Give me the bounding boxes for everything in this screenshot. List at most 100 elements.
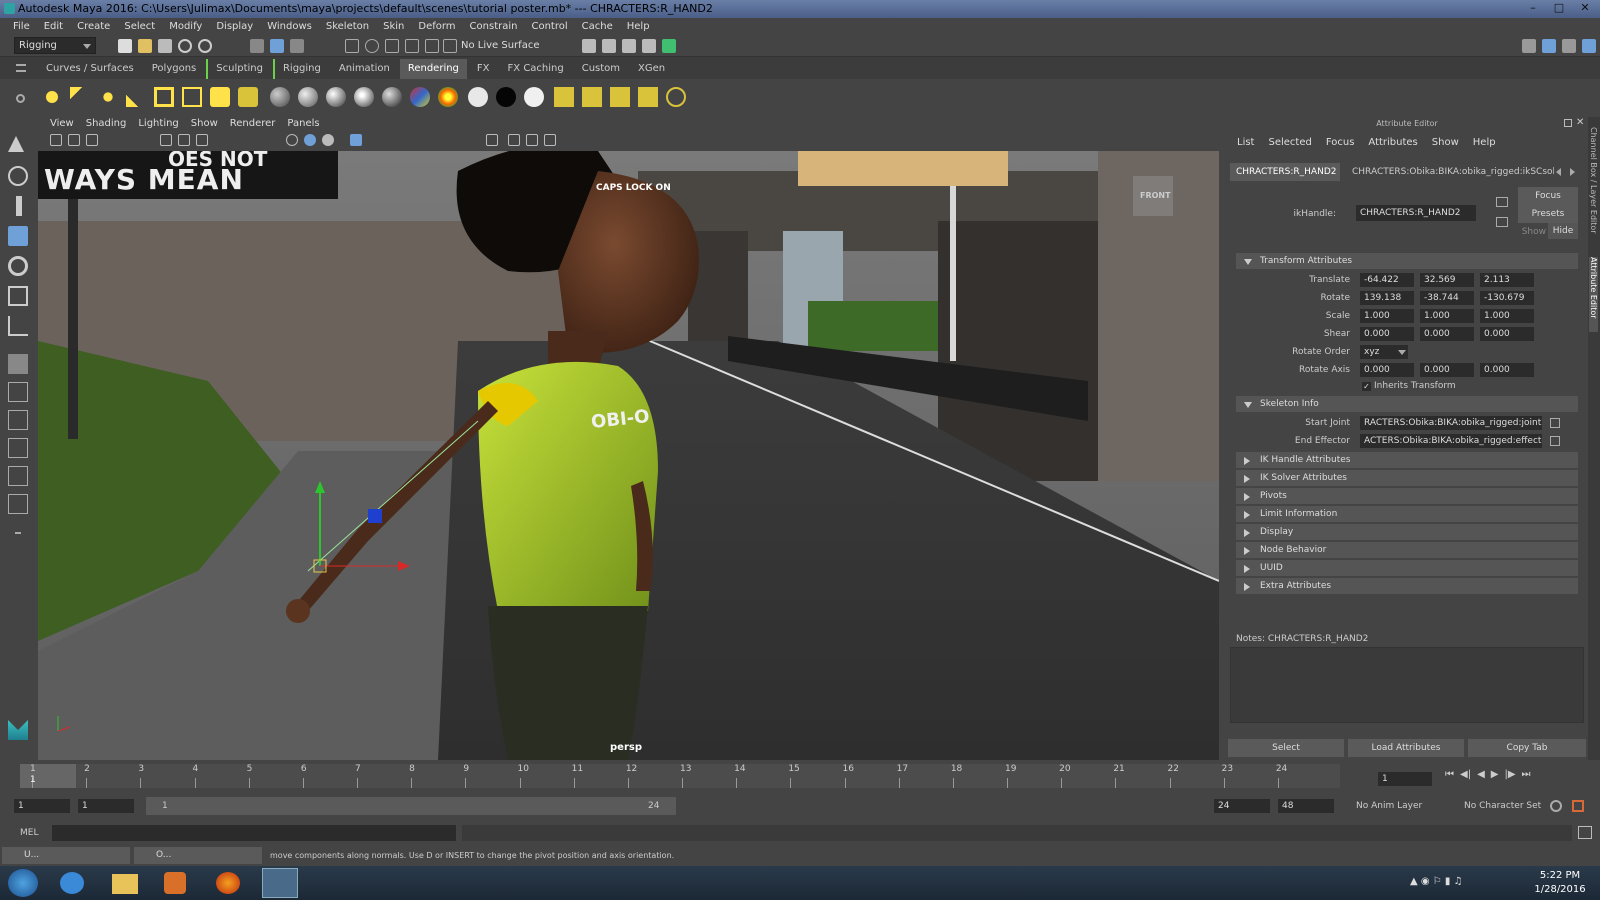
file-explorer-icon[interactable] bbox=[112, 874, 138, 894]
render-layer-2-icon[interactable] bbox=[638, 87, 658, 107]
blinn-material-icon[interactable] bbox=[298, 87, 318, 107]
select-component-icon[interactable] bbox=[290, 39, 304, 53]
tab-xgen[interactable]: XGen bbox=[630, 59, 673, 79]
camera-attr-icon[interactable] bbox=[68, 134, 80, 146]
tab-channel-box[interactable]: Channel Box / Layer Editor bbox=[1589, 127, 1598, 237]
section-uuid[interactable]: UUID bbox=[1236, 560, 1578, 576]
perspective-viewport[interactable]: OES NOT WAYS MEAN OBI-O CAPS LOCK ON FRO… bbox=[38, 151, 1219, 760]
menu-modify[interactable]: Modify bbox=[162, 18, 209, 35]
load-attributes-button[interactable]: Load Attributes bbox=[1348, 739, 1464, 757]
move-tool-icon[interactable] bbox=[8, 226, 28, 246]
node-name-field[interactable]: CHRACTERS:R_HAND2 bbox=[1356, 205, 1476, 221]
menu-set-select[interactable]: Rigging bbox=[14, 37, 96, 54]
menu-skin[interactable]: Skin bbox=[376, 18, 411, 35]
auto-key-icon[interactable] bbox=[1572, 800, 1584, 812]
soft-mod-icon[interactable] bbox=[8, 354, 28, 374]
translate-z-field[interactable]: 2.113 bbox=[1480, 273, 1534, 287]
select-camera-icon[interactable] bbox=[50, 134, 62, 146]
section-pivots[interactable]: Pivots bbox=[1236, 488, 1578, 504]
lights-icon[interactable] bbox=[350, 134, 362, 146]
lasso-tool-icon[interactable] bbox=[8, 166, 28, 186]
hide-button[interactable]: Hide bbox=[1548, 223, 1578, 239]
bookmark-icon[interactable] bbox=[86, 134, 98, 146]
ae-menu-help[interactable]: Help bbox=[1466, 137, 1503, 148]
section-transform-attributes[interactable]: Transform Attributes bbox=[1236, 253, 1578, 269]
rotate-z-field[interactable]: -130.679 bbox=[1480, 291, 1534, 305]
anisotropic-material-icon[interactable] bbox=[354, 87, 374, 107]
xray-joints-icon[interactable] bbox=[526, 134, 538, 146]
viewport-menu-renderer[interactable]: Renderer bbox=[224, 117, 282, 131]
menu-constrain[interactable]: Constrain bbox=[463, 18, 525, 35]
layout-two-view-icon[interactable] bbox=[8, 410, 28, 430]
tray-icons[interactable]: ▲ ◉ ⚐ ▮ ♫ bbox=[1410, 876, 1520, 890]
tab-next-icon[interactable] bbox=[1570, 168, 1575, 176]
snap-live-icon[interactable] bbox=[443, 39, 457, 53]
playback-end-field[interactable]: 24 bbox=[1214, 799, 1270, 813]
ipr-render-icon[interactable] bbox=[622, 39, 636, 53]
anim-prefs-icon[interactable] bbox=[1550, 800, 1562, 812]
layout-four-icon[interactable] bbox=[1542, 39, 1556, 53]
menu-control[interactable]: Control bbox=[524, 18, 574, 35]
scale-tool-icon[interactable] bbox=[8, 286, 28, 306]
render-texture-icon[interactable] bbox=[554, 87, 574, 107]
layout-four-view-icon[interactable] bbox=[8, 382, 28, 402]
tab-rendering[interactable]: Rendering bbox=[399, 59, 467, 79]
viewport-menu-panels[interactable]: Panels bbox=[281, 117, 325, 131]
new-scene-icon[interactable] bbox=[118, 39, 132, 53]
script-editor-icon[interactable] bbox=[1578, 826, 1592, 839]
go-to-end-icon[interactable]: ⏭ bbox=[1522, 769, 1531, 780]
tab-custom[interactable]: Custom bbox=[574, 59, 628, 79]
tab-attribute-editor[interactable]: Attribute Editor bbox=[1589, 257, 1598, 332]
firefox-icon[interactable] bbox=[216, 872, 240, 894]
hud-icon[interactable] bbox=[544, 134, 556, 146]
last-tool-icon[interactable] bbox=[8, 316, 28, 336]
tab-fx[interactable]: FX bbox=[469, 59, 498, 79]
layout-graph-icon[interactable] bbox=[8, 466, 28, 486]
volume-light-icon[interactable] bbox=[182, 87, 202, 107]
menu-file[interactable]: File bbox=[6, 18, 37, 35]
layout-more-icon[interactable] bbox=[15, 532, 21, 534]
menu-skeleton[interactable]: Skeleton bbox=[319, 18, 376, 35]
step-back-frame-icon[interactable]: ◀ bbox=[1477, 769, 1485, 780]
translate-x-field[interactable]: -64.422 bbox=[1360, 273, 1414, 287]
smooth-shade-icon[interactable] bbox=[304, 134, 316, 146]
menu-display[interactable]: Display bbox=[209, 18, 260, 35]
ae-menu-attributes[interactable]: Attributes bbox=[1361, 137, 1424, 148]
show-label[interactable]: Show bbox=[1518, 225, 1546, 239]
media-player-icon[interactable] bbox=[164, 872, 186, 894]
grid-toggle-icon[interactable] bbox=[160, 134, 172, 146]
snap-grid-icon[interactable] bbox=[345, 39, 359, 53]
shelf-scroll-icon[interactable] bbox=[1586, 85, 1594, 107]
float-panel-icon[interactable] bbox=[1564, 119, 1572, 127]
rotate-axis-x-field[interactable]: 0.000 bbox=[1360, 363, 1414, 377]
open-scene-icon[interactable] bbox=[138, 39, 152, 53]
minimize-button[interactable]: – bbox=[1522, 0, 1544, 15]
clock-date[interactable]: 1/28/2016 bbox=[1530, 884, 1590, 895]
scale-y-field[interactable]: 1.000 bbox=[1420, 309, 1474, 323]
end-effector-field[interactable]: ACTERS:Obika:BIKA:obika_rigged:effector1 bbox=[1360, 434, 1542, 448]
select-object-icon[interactable] bbox=[270, 39, 284, 53]
render-frame-icon[interactable] bbox=[602, 39, 616, 53]
tab-curves-surfaces[interactable]: Curves / Surfaces bbox=[38, 59, 142, 79]
shear-xy-field[interactable]: 0.000 bbox=[1360, 327, 1414, 341]
ae-tab-iksolver[interactable]: CHRACTERS:Obika:BIKA:obika_rigged:ikSCso… bbox=[1346, 163, 1554, 181]
layout-channel-icon[interactable] bbox=[1582, 39, 1596, 53]
layout-custom-icon[interactable] bbox=[8, 494, 28, 514]
start-joint-field[interactable]: RACTERS:Obika:BIKA:obika_rigged:joint29 bbox=[1360, 416, 1542, 430]
save-scene-icon[interactable] bbox=[158, 39, 172, 53]
layout-persp-outliner-icon[interactable] bbox=[8, 438, 28, 458]
inherits-transform-checkbox[interactable]: ✓ bbox=[1362, 382, 1371, 391]
ambient-light-icon[interactable] bbox=[42, 87, 62, 107]
menu-create[interactable]: Create bbox=[70, 18, 117, 35]
tab-prev-icon[interactable] bbox=[1556, 168, 1561, 176]
end-effector-link-icon[interactable] bbox=[1550, 436, 1560, 446]
menu-deform[interactable]: Deform bbox=[411, 18, 462, 35]
section-node-behavior[interactable]: Node Behavior bbox=[1236, 542, 1578, 558]
minimized-window-1[interactable]: U... bbox=[2, 847, 130, 864]
render-layer-icon[interactable] bbox=[610, 87, 630, 107]
close-button[interactable]: ✕ bbox=[1574, 0, 1596, 15]
start-joint-link-icon[interactable] bbox=[1550, 418, 1560, 428]
step-forward-key-icon[interactable]: |▶ bbox=[1504, 769, 1515, 780]
node-notes-icon[interactable] bbox=[1496, 217, 1508, 227]
surface-shader-icon[interactable] bbox=[382, 87, 402, 107]
